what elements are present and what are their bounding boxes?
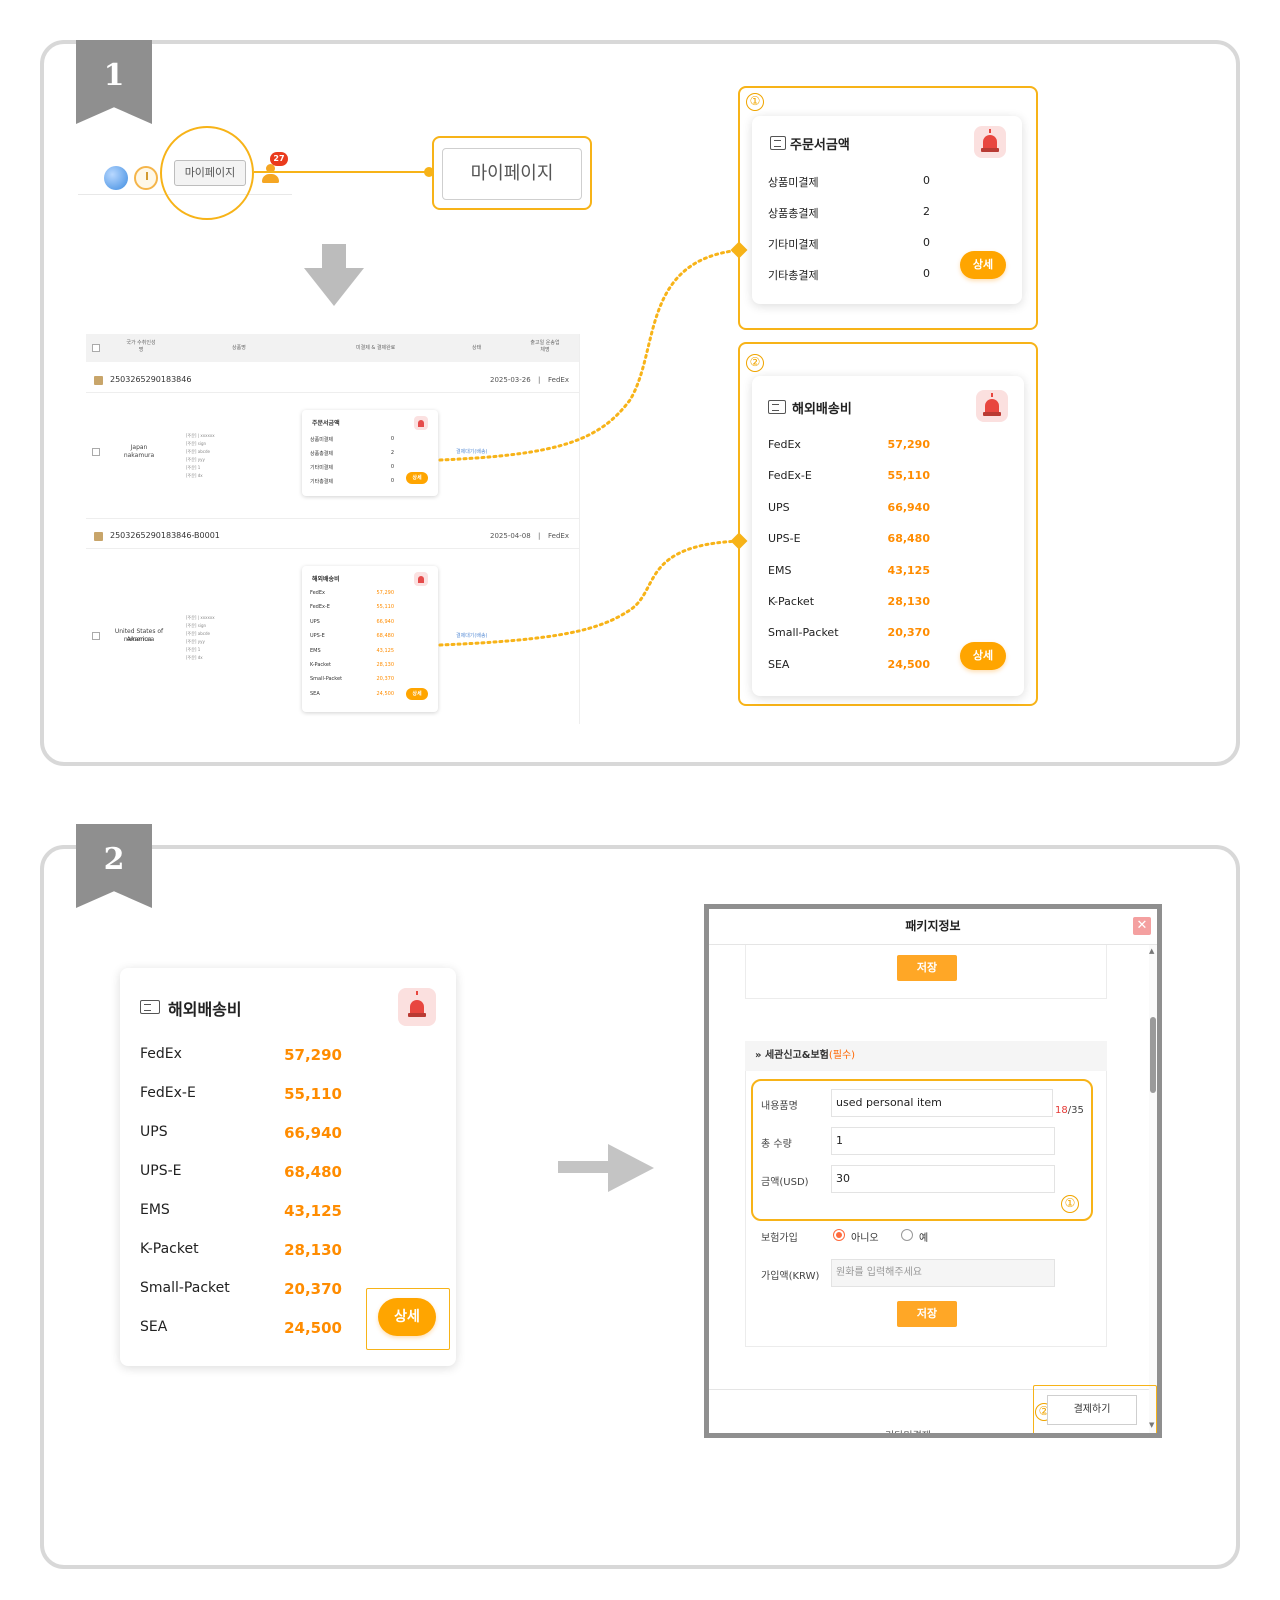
section-header: » 세관신고&보험(필수) bbox=[745, 1041, 1107, 1071]
connector-2 bbox=[438, 539, 742, 647]
shipping-rate-label: FedEx-E bbox=[768, 469, 812, 483]
dotted-connectors bbox=[438, 241, 748, 647]
quantity-input[interactable]: 1 bbox=[831, 1127, 1055, 1155]
shipping-rate-value: 43,125 bbox=[284, 1202, 342, 1220]
insurance-yes-radio[interactable] bbox=[901, 1229, 913, 1241]
row-label: 상품미결제 bbox=[768, 176, 819, 189]
right-arrow-icon bbox=[558, 1144, 654, 1192]
row-value: 2 bbox=[923, 205, 930, 218]
quantity-label: 총 수량 bbox=[761, 1139, 792, 1150]
shipping-rate-label: FedEx bbox=[140, 1046, 182, 1062]
scrollbar-thumb[interactable] bbox=[1150, 1017, 1156, 1093]
shipping-rate-label: FedEx bbox=[768, 438, 801, 451]
insurance-label: 보험가입 bbox=[761, 1233, 798, 1244]
amount-label: 금액(USD) bbox=[761, 1177, 809, 1188]
modal-title: 패키지정보 bbox=[709, 909, 1157, 945]
card-title: 주문서금액 bbox=[790, 138, 850, 153]
pay-button[interactable]: 결제하기 bbox=[1047, 1395, 1137, 1425]
siren-icon bbox=[976, 390, 1008, 422]
callout-2-number: ② bbox=[746, 354, 764, 372]
shipping-rate-value: 66,940 bbox=[887, 500, 930, 514]
shipping-rate-label: UPS-E bbox=[140, 1163, 182, 1179]
truck-icon bbox=[768, 400, 786, 414]
callout-1-number: ① bbox=[1061, 1195, 1079, 1213]
package-info-modal: 패키지정보 ✕ ▲ ▼ 저장 » 세관신고&보험(필수) ① 내용품명 used… bbox=[704, 904, 1162, 1438]
connector-1 bbox=[438, 248, 742, 462]
row-value: 0 bbox=[923, 174, 930, 187]
amount-input[interactable]: 30 bbox=[831, 1165, 1055, 1193]
close-icon[interactable]: ✕ bbox=[1133, 917, 1151, 935]
shipping-fee-card: 해외배송비 FedEx 57,290 FedEx-E 55,110 UPS 66,940 U… bbox=[752, 376, 1024, 696]
detail-button-large[interactable]: 상세 bbox=[378, 1298, 436, 1336]
insured-amount-input[interactable]: 원화를 입력해주세요 bbox=[831, 1259, 1055, 1287]
card-title: 해외배송비 bbox=[792, 402, 852, 417]
background-text: 기타미결제 bbox=[885, 1431, 931, 1438]
truck-icon bbox=[140, 1000, 160, 1014]
shipping-rate-label: Small-Packet bbox=[140, 1280, 230, 1296]
row-label: 기타총결제 bbox=[768, 269, 819, 282]
shipping-rate-value: 24,500 bbox=[887, 657, 930, 671]
card-title: 해외배송비 bbox=[168, 1000, 242, 1019]
shipping-rate-label: UPS-E bbox=[768, 532, 801, 546]
content-input[interactable]: used personal item bbox=[831, 1089, 1053, 1117]
shipping-rate-value: 28,130 bbox=[887, 595, 930, 608]
shipping-rate-value: 20,370 bbox=[887, 626, 930, 640]
content-label: 내용품명 bbox=[761, 1101, 798, 1112]
save-button-top[interactable]: 저장 bbox=[897, 955, 957, 981]
insurance-yes-label: 예 bbox=[919, 1233, 929, 1244]
shipping-rate-value: 55,110 bbox=[887, 469, 930, 483]
shipping-rate-label: UPS bbox=[140, 1124, 168, 1140]
shipping-rate-label: EMS bbox=[140, 1202, 170, 1218]
shipping-rate-value: 66,940 bbox=[284, 1124, 342, 1142]
detail-button[interactable]: 상세 bbox=[960, 642, 1006, 670]
shipping-rate-label: UPS bbox=[768, 500, 790, 514]
shipping-rate-value: 57,290 bbox=[887, 438, 930, 451]
order-amount-card: 주문서금액 상품미결제 0 상품총결제 2 기타미결제 0 기타총결제 0 상세 bbox=[752, 116, 1022, 304]
row-value: 0 bbox=[923, 236, 930, 249]
shipping-rate-value: 43,125 bbox=[887, 563, 930, 577]
siren-icon bbox=[398, 988, 436, 1026]
siren-icon bbox=[974, 126, 1006, 158]
insured-amount-label: 가입액(KRW) bbox=[761, 1271, 820, 1282]
shipping-rate-label: FedEx-E bbox=[140, 1085, 196, 1101]
insurance-no-label: 아니오 bbox=[851, 1233, 879, 1244]
shipping-rate-value: 57,290 bbox=[284, 1046, 342, 1064]
shipping-rate-value: 24,500 bbox=[284, 1319, 342, 1337]
shipping-rate-value: 55,110 bbox=[284, 1085, 342, 1103]
callout-1-number: ① bbox=[746, 93, 764, 111]
shipping-rate-label: K-Packet bbox=[140, 1241, 199, 1257]
detail-button[interactable]: 상세 bbox=[960, 251, 1006, 279]
row-label: 기타미결제 bbox=[768, 238, 819, 251]
shipping-rate-label: Small-Packet bbox=[768, 626, 839, 640]
row-label: 상품총결제 bbox=[768, 207, 819, 220]
row-value: 0 bbox=[923, 267, 930, 280]
shipping-rate-value: 68,480 bbox=[284, 1163, 342, 1181]
shipping-rate-label: EMS bbox=[768, 563, 792, 577]
shipping-rate-value: 20,370 bbox=[284, 1280, 342, 1298]
insurance-no-radio[interactable] bbox=[833, 1229, 845, 1241]
scroll-up-icon[interactable]: ▲ bbox=[1149, 947, 1154, 955]
save-button-bottom[interactable]: 저장 bbox=[897, 1301, 957, 1327]
shipping-rate-label: SEA bbox=[768, 657, 790, 671]
document-icon bbox=[770, 136, 786, 150]
char-counter: 18/35 bbox=[1055, 1105, 1084, 1116]
shipping-rate-value: 68,480 bbox=[887, 532, 930, 546]
shipping-rate-value: 28,130 bbox=[284, 1241, 342, 1259]
shipping-rate-label: SEA bbox=[140, 1319, 168, 1335]
shipping-rate-label: K-Packet bbox=[768, 595, 815, 608]
